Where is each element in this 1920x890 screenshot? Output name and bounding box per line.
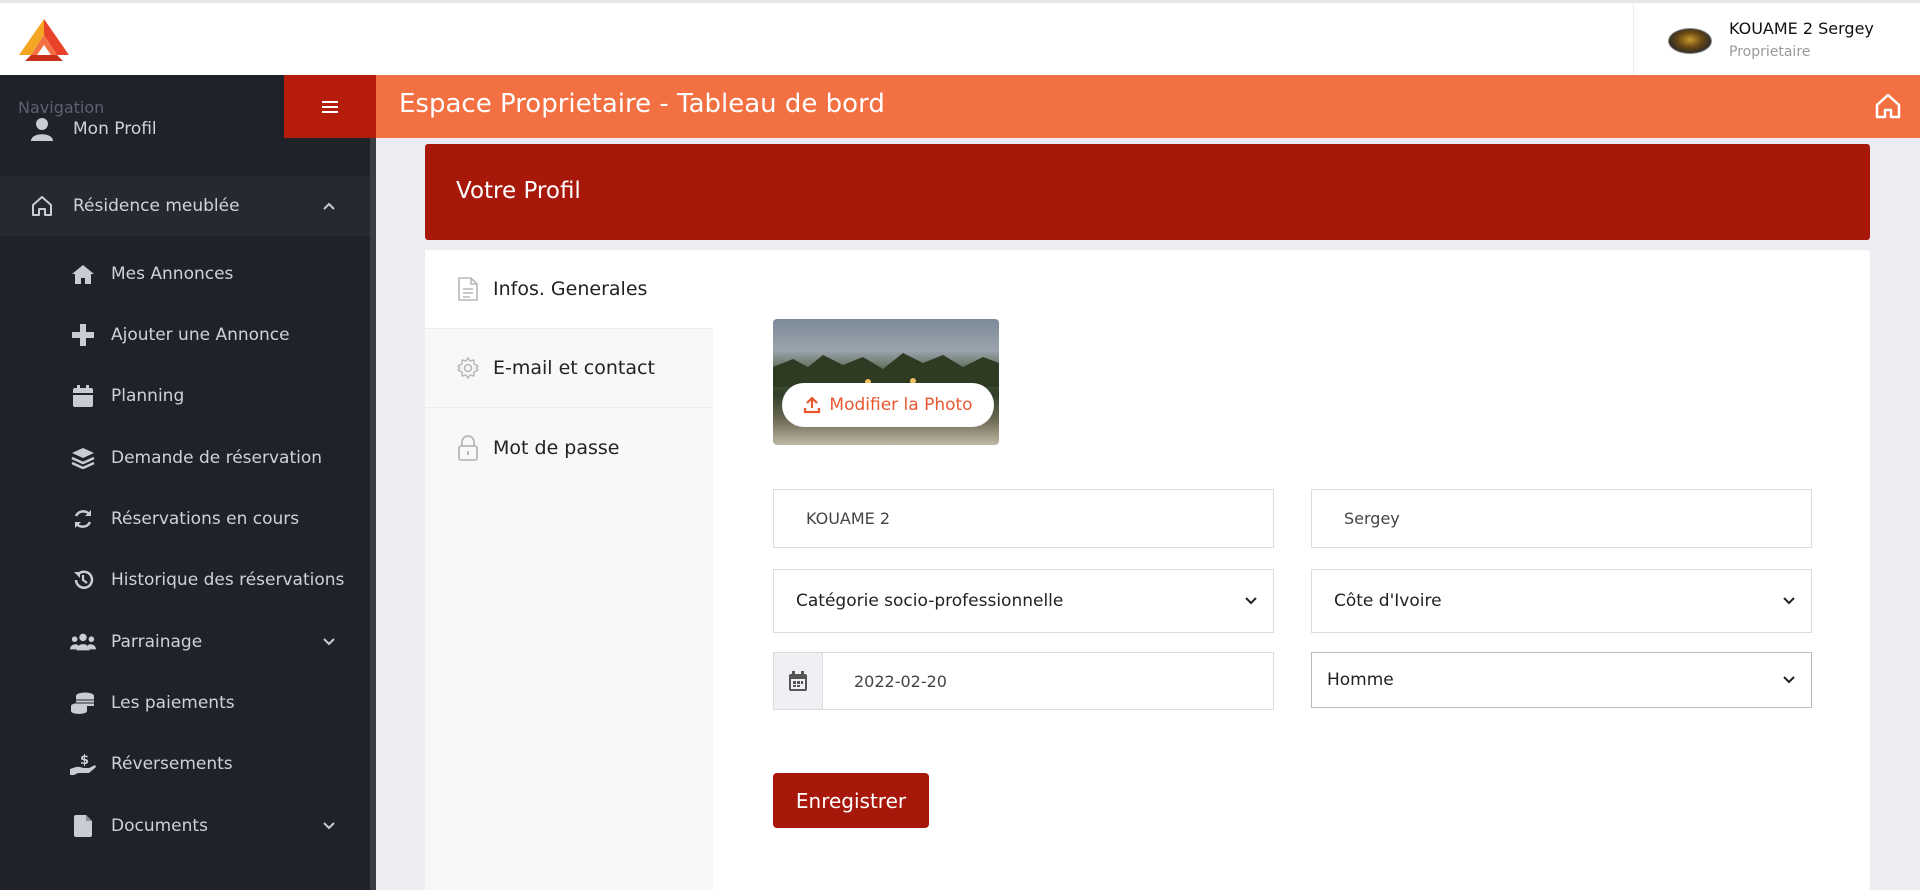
sidebar-item-historique-reservations[interactable]: Historique des réservations [0, 557, 370, 603]
sidebar-item-les-paiements[interactable]: Les paiements [0, 680, 370, 726]
birth-date-input[interactable]: 2022-02-20 [773, 652, 1274, 710]
sidebar: Navigation Mon Profil Résidence meublée … [0, 75, 370, 890]
lock-icon [455, 434, 481, 461]
home-outline-icon [29, 193, 55, 219]
sidebar-item-label: Historique des réservations [111, 570, 345, 590]
user-name: KOUAME 2 Sergey [1729, 19, 1874, 38]
tab-email-contact[interactable]: E-mail et contact [425, 329, 713, 408]
tab-label: Mot de passe [493, 436, 620, 459]
user-menu[interactable]: KOUAME 2 Sergey Proprietaire [1633, 3, 1920, 75]
logo-icon[interactable] [17, 17, 71, 63]
profile-title: Votre Profil [456, 178, 581, 204]
sidebar-item-planning[interactable]: Planning [0, 373, 370, 419]
tab-label: Infos. Generales [493, 278, 648, 300]
page-title: Espace Proprietaire - Tableau de bord [399, 89, 885, 119]
sidebar-item-label: Les paiements [111, 693, 235, 713]
house-icon [70, 261, 96, 287]
sidebar-item-label: Réservations en cours [111, 509, 300, 529]
gender-select[interactable]: Homme [1311, 652, 1812, 708]
country-select[interactable]: Côte d'Ivoire [1311, 569, 1812, 633]
category-value: Catégorie socio-professionnelle [796, 591, 1064, 611]
tab-infos-generales[interactable]: Infos. Generales [425, 250, 713, 329]
last-name-input[interactable]: KOUAME 2 [773, 489, 1274, 548]
chevron-down-icon [1783, 597, 1795, 605]
chevron-down-icon [1783, 676, 1795, 684]
change-photo-button[interactable]: Modifier la Photo [782, 383, 994, 427]
tab-mot-de-passe[interactable]: Mot de passe [425, 408, 713, 487]
page-title-bar: Espace Proprietaire - Tableau de bord [376, 75, 1920, 138]
sidebar-item-label: Demande de réservation [111, 448, 323, 468]
users-icon [70, 629, 96, 655]
sidebar-item-demande-reservation[interactable]: Demande de réservation [0, 435, 370, 481]
sidebar-item-label: Résidence meublée [73, 196, 240, 216]
avatar[interactable] [1668, 28, 1712, 54]
plus-icon [70, 322, 96, 348]
sidebar-scrollbar[interactable] [370, 75, 376, 890]
sidebar-item-label: Réversements [111, 754, 233, 774]
first-name-input[interactable]: Sergey [1311, 489, 1812, 548]
calendar-icon [789, 671, 807, 691]
save-button[interactable]: Enregistrer [773, 773, 929, 828]
sidebar-item-reversements[interactable]: $ Réversements [0, 741, 370, 787]
hamburger-icon [322, 100, 338, 113]
birth-date-value: 2022-02-20 [854, 671, 947, 691]
chevron-up-icon [323, 202, 335, 210]
sidebar-item-ajouter-annonce[interactable]: Ajouter une Annonce [0, 312, 370, 358]
sidebar-item-parrainage[interactable]: Parrainage [0, 619, 370, 665]
country-value: Côte d'Ivoire [1334, 591, 1442, 611]
chevron-down-icon [323, 822, 335, 830]
sidebar-item-mes-annonces[interactable]: Mes Annonces [0, 251, 370, 297]
sidebar-item-residence-meublee[interactable]: Résidence meublée [0, 176, 370, 236]
calendar-addon[interactable] [774, 653, 823, 709]
sidebar-item-label: Documents [111, 816, 208, 836]
tab-label: E-mail et contact [493, 357, 655, 379]
top-header: KOUAME 2 Sergey Proprietaire [0, 0, 1920, 75]
profile-tabs: Infos. Generales E-mail et contact Mot d… [425, 250, 713, 890]
calendar-icon [70, 383, 96, 409]
sidebar-item-documents[interactable]: Documents [0, 803, 370, 849]
history-icon [70, 567, 96, 593]
sidebar-item-reservations-en-cours[interactable]: Réservations en cours [0, 496, 370, 542]
category-select[interactable]: Catégorie socio-professionnelle [773, 569, 1274, 633]
layers-icon [70, 445, 96, 471]
profile-card: Infos. Generales E-mail et contact Mot d… [425, 250, 1870, 890]
chevron-down-icon [323, 638, 335, 646]
document-icon [455, 276, 481, 302]
sidebar-item-label: Planning [111, 386, 185, 406]
hand-dollar-icon: $ [70, 751, 96, 777]
home-icon[interactable] [1874, 92, 1902, 120]
sync-icon [70, 506, 96, 532]
sidebar-item-label: Mon Profil [73, 119, 157, 139]
sidebar-item-label: Parrainage [111, 632, 203, 652]
gear-icon [455, 355, 481, 381]
sidebar-item-label: Ajouter une Annonce [111, 325, 290, 345]
svg-text:$: $ [80, 753, 89, 768]
menu-toggle-button[interactable] [284, 75, 376, 138]
chevron-down-icon [1245, 597, 1257, 605]
user-icon [29, 116, 55, 142]
upload-icon [804, 396, 821, 414]
coins-icon [70, 690, 96, 716]
sidebar-item-label: Mes Annonces [111, 264, 234, 284]
user-role: Proprietaire [1729, 44, 1811, 60]
gender-value: Homme [1327, 670, 1394, 690]
profile-header: Votre Profil [425, 144, 1870, 240]
file-icon [70, 813, 96, 839]
change-photo-label: Modifier la Photo [829, 395, 973, 415]
